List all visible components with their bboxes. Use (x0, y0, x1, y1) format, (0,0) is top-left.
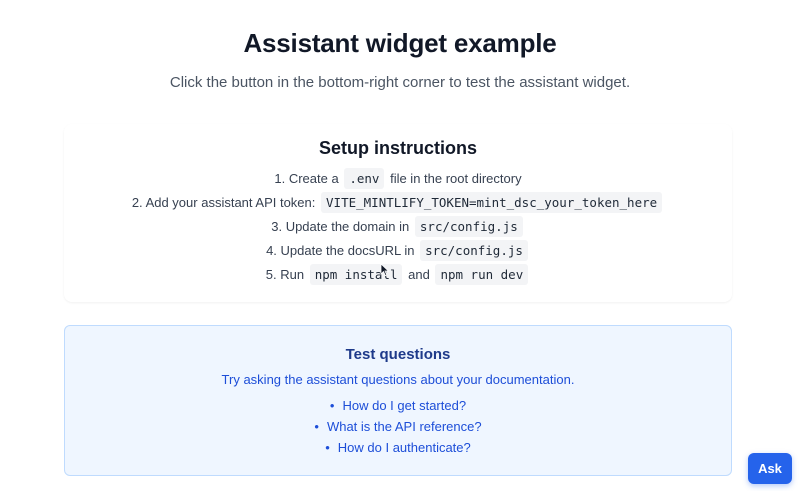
setup-step-5: 5. Run npm install and npm run dev (64, 263, 732, 287)
bullet-icon: • (329, 398, 335, 413)
bullet-icon: • (314, 419, 319, 434)
test-questions-list: • How do I get started? • What is the API … (65, 395, 731, 458)
code-snippet: src/config.js (414, 216, 523, 237)
setup-step-4: 4. Update the docsURL in src/config.js (64, 239, 732, 263)
setup-steps-list: 1. Create a .env file in the root direct… (64, 167, 732, 287)
setup-step-2: 2. Add your assistant API token: VITE_MI… (64, 191, 732, 215)
step-text: 1. Create a (274, 171, 339, 186)
ask-assistant-button[interactable]: Ask (748, 453, 792, 484)
code-snippet: .env (344, 168, 385, 189)
list-item: • How do I get started? (65, 395, 731, 416)
step-text: 2. Add your assistant API token: (131, 195, 316, 210)
step-text: 5. Run (265, 267, 305, 282)
page-subtitle: Click the button in the bottom-right cor… (169, 74, 631, 91)
test-questions-card: Test questions Try asking the assistant … (64, 325, 732, 476)
list-item: • How do I authenticate? (65, 437, 731, 458)
step-text: and (408, 267, 430, 282)
step-text: 3. Update the domain in (271, 219, 410, 234)
page-title: Assistant widget example (243, 28, 557, 58)
step-text: 4. Update the docsURL in (266, 243, 415, 258)
question-text: What is the API reference? (326, 419, 482, 434)
setup-title: Setup instructions (318, 138, 477, 158)
setup-instructions-card: Setup instructions 1. Create a .env file… (64, 124, 732, 302)
code-snippet: npm run dev (435, 264, 529, 285)
code-snippet: VITE_MINTLIFY_TOKEN=mint_dsc_your_token_… (321, 192, 663, 213)
test-questions-description: Try asking the assistant questions about… (221, 372, 575, 387)
setup-step-3: 3. Update the domain in src/config.js (64, 215, 732, 239)
step-text: file in the root directory (390, 171, 522, 186)
mouse-cursor-icon (380, 263, 390, 277)
bullet-icon: • (325, 440, 330, 455)
setup-step-1: 1. Create a .env file in the root direct… (64, 167, 732, 191)
test-questions-title: Test questions (345, 346, 451, 363)
list-item: • What is the API reference? (65, 416, 731, 437)
question-text: How do I get started? (342, 398, 467, 413)
code-snippet: src/config.js (420, 240, 528, 261)
question-text: How do I authenticate? (337, 440, 471, 455)
